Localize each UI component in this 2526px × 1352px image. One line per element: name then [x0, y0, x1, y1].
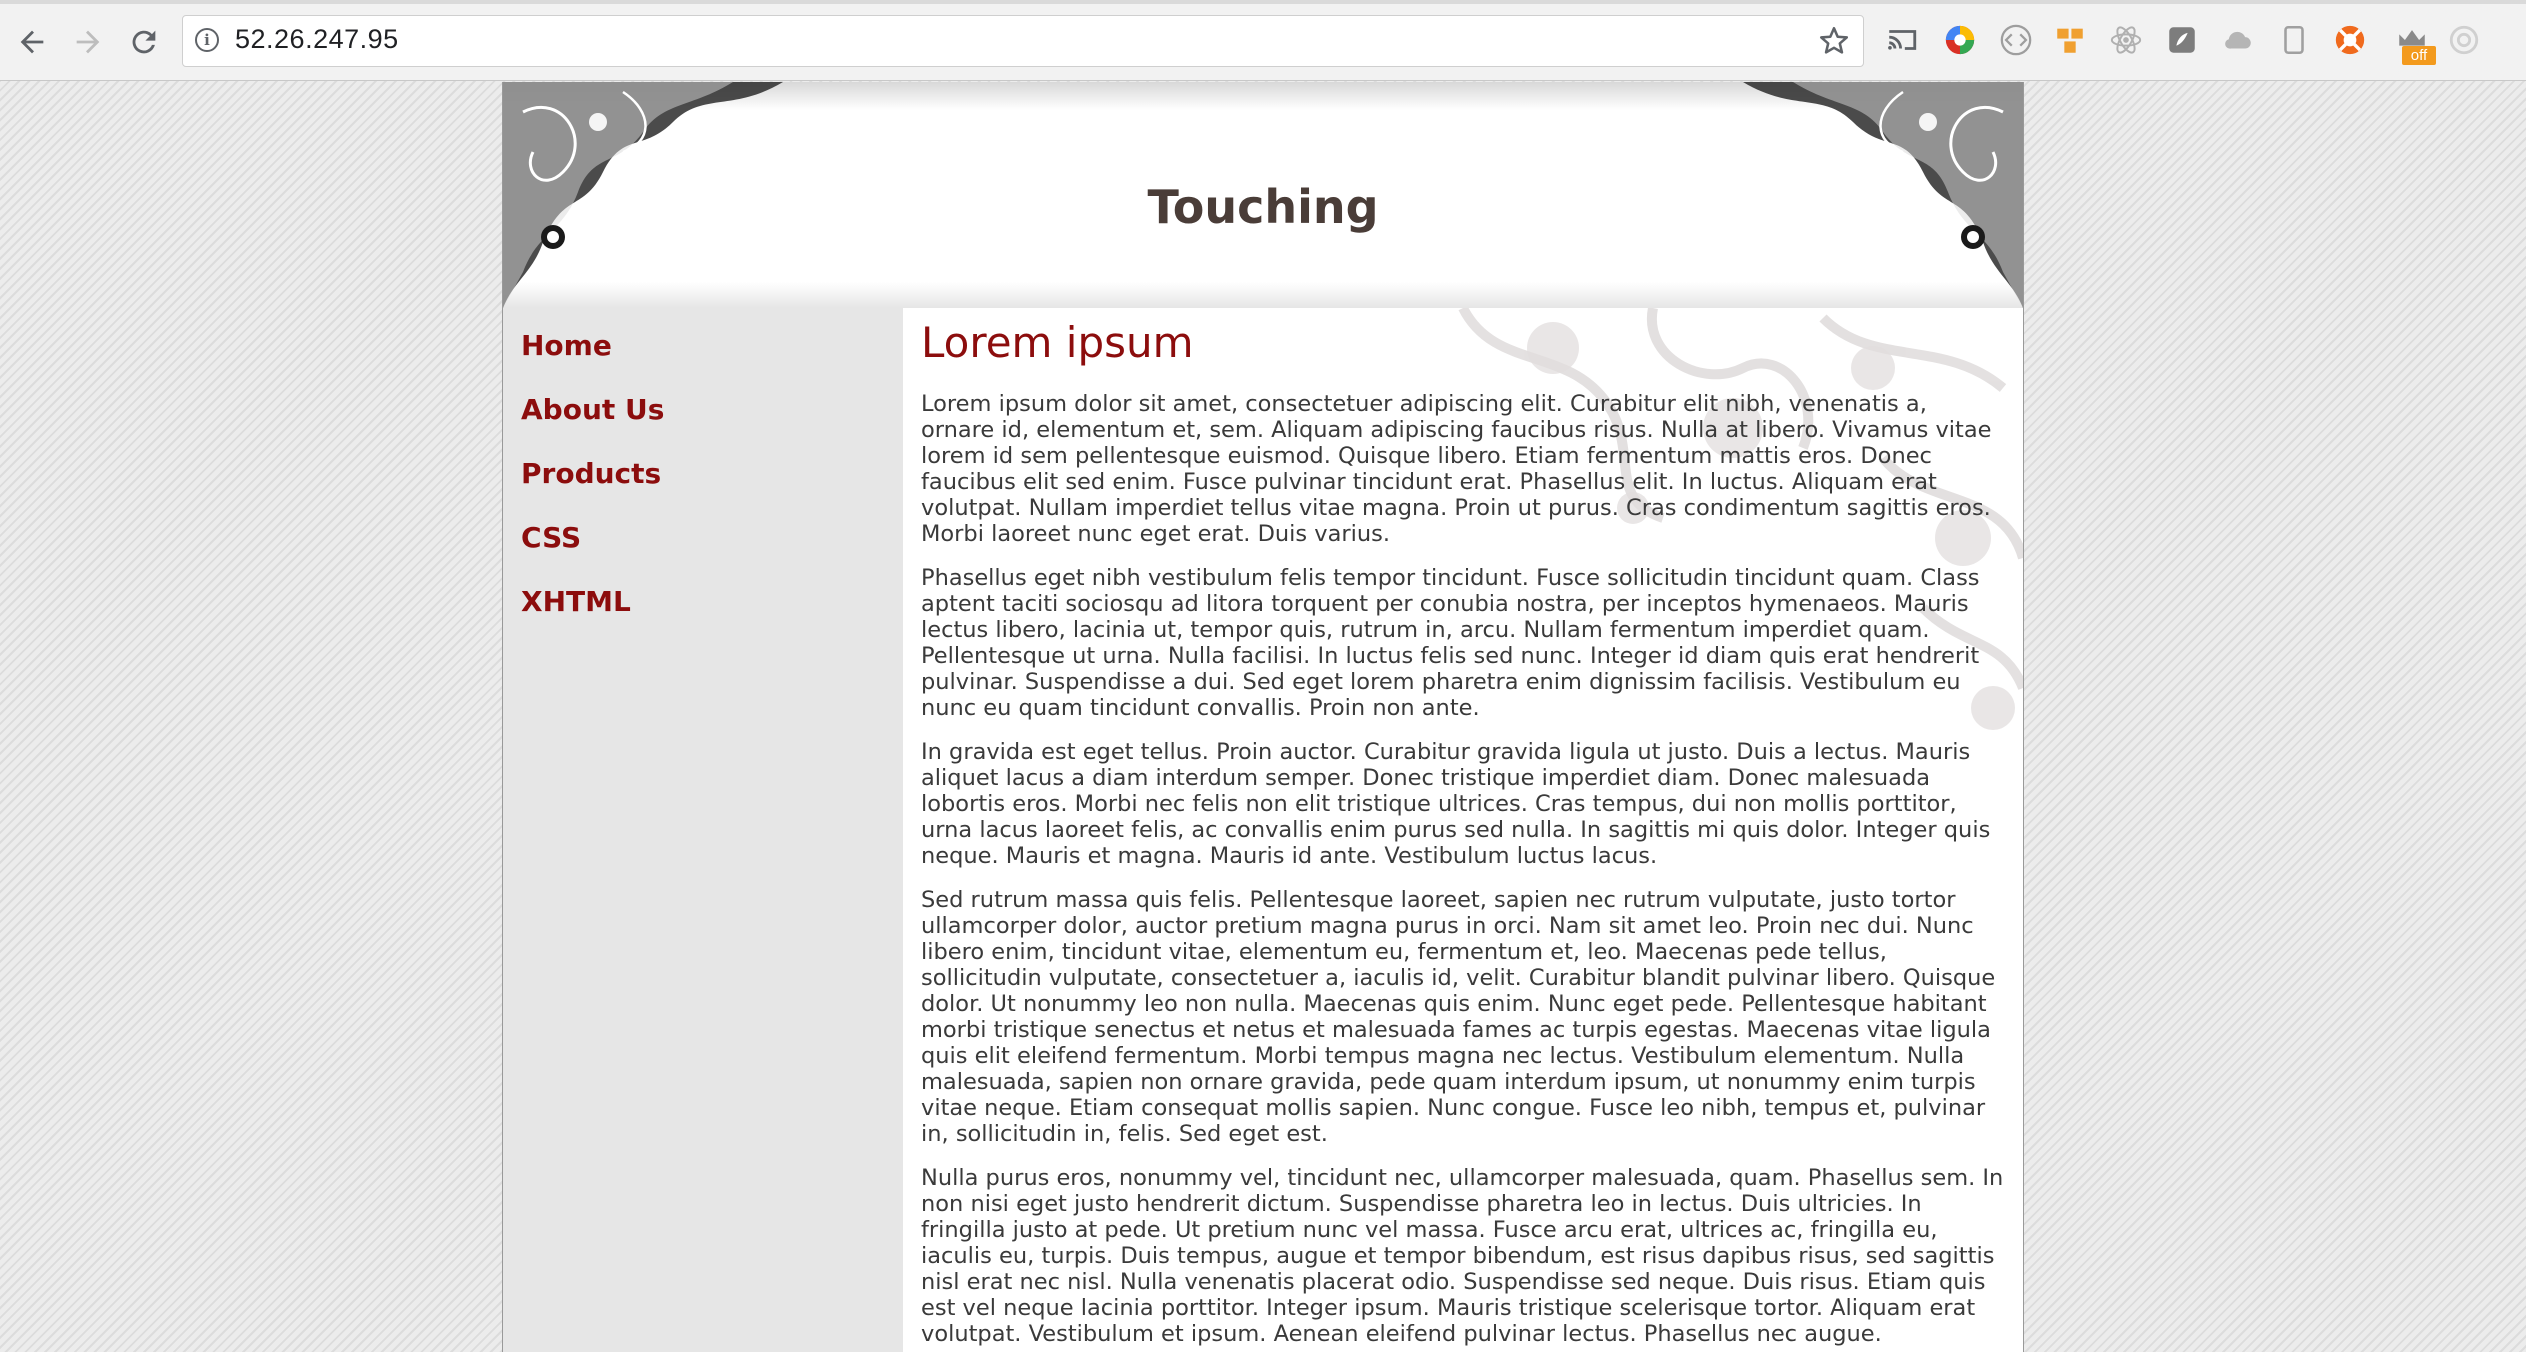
content-paragraph: Nulla purus eros, nonummy vel, tincidunt… [921, 1165, 2004, 1347]
content-heading: Lorem ipsum [921, 318, 1194, 367]
nav-link-products[interactable]: Products [521, 457, 661, 490]
tablet-icon [2284, 25, 2304, 55]
extension-off-badge: off [2402, 46, 2436, 65]
site-header: Touching [503, 82, 2023, 308]
nav-link-about-us[interactable]: About Us [521, 393, 664, 426]
shield-extension-button[interactable] [2164, 22, 2200, 58]
color-picker-button[interactable] [1942, 22, 1978, 58]
content-paragraph: Phasellus eget nibh vestibulum felis tem… [921, 565, 1980, 721]
site-container: Touching Home About Us Products CSS XHTM… [502, 82, 2024, 1352]
spinner-icon [2449, 25, 2479, 55]
address-bar[interactable]: i 52.26.247.95 [182, 15, 1864, 67]
cloud-icon [2225, 31, 2251, 49]
content-paragraph: Sed rutrum massa quis felis. Pellentesqu… [921, 887, 1996, 1147]
nav-link-home[interactable]: Home [521, 329, 612, 362]
forward-arrow-icon [76, 30, 100, 54]
main-content: Lorem ipsum Lorem ipsum dolor sit amet, … [903, 308, 2023, 1352]
sidebar-nav: Home About Us Products CSS XHTML [503, 308, 903, 1352]
code-bracket-icon [2000, 24, 2032, 56]
spinner-extension-button[interactable] [2446, 22, 2482, 58]
reload-button[interactable] [120, 18, 168, 66]
back-arrow-icon [20, 30, 44, 54]
star-icon[interactable] [1817, 24, 1851, 58]
box-extension-button[interactable] [2052, 22, 2088, 58]
color-picker-icon [1945, 25, 1975, 55]
tablet-extension-button[interactable] [2276, 22, 2312, 58]
forward-button[interactable] [64, 18, 112, 66]
nav-link-xhtml[interactable]: XHTML [521, 585, 631, 618]
tab-strip [0, 0, 2526, 4]
nav-link-css[interactable]: CSS [521, 521, 581, 554]
cloud-extension-button[interactable] [2220, 22, 2256, 58]
shield-icon [2169, 27, 2195, 53]
reload-icon [132, 30, 156, 54]
lifebuoy-icon [2335, 25, 2365, 55]
content-paragraph: Lorem ipsum dolor sit amet, consectetuer… [921, 391, 1992, 547]
code-extension-button[interactable] [1998, 22, 2034, 58]
box-icon [2057, 28, 2083, 53]
cast-icon [1888, 30, 1917, 50]
cast-button[interactable] [1884, 22, 1920, 58]
site-title: Touching [1147, 180, 1379, 234]
react-devtools-button[interactable] [2108, 22, 2144, 58]
info-icon[interactable]: i [195, 28, 219, 52]
browser-toolbar: i 52.26.247.95 off [0, 0, 2526, 81]
back-button[interactable] [8, 18, 56, 66]
lifebuoy-extension-button[interactable] [2332, 22, 2368, 58]
react-icon [2110, 26, 2142, 54]
url-text[interactable]: 52.26.247.95 [235, 24, 399, 55]
content-paragraph: In gravida est eget tellus. Proin auctor… [921, 739, 1991, 869]
